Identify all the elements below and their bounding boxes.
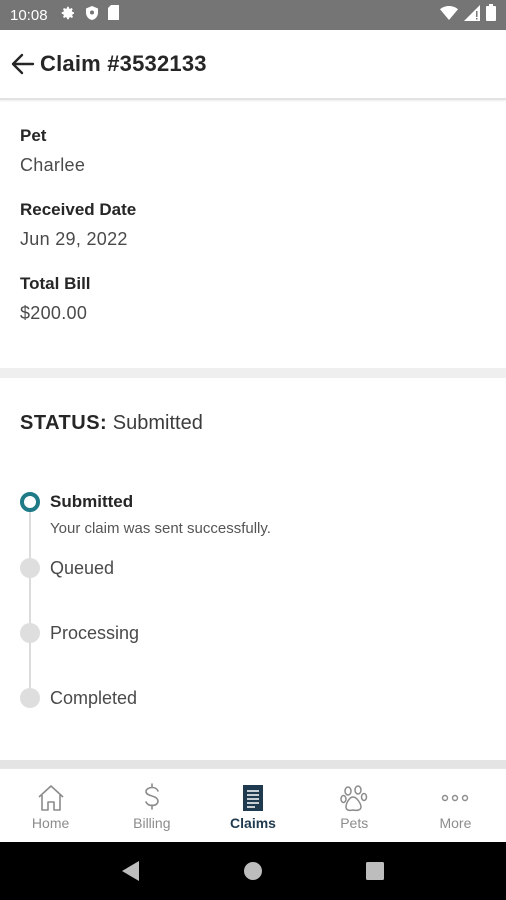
system-recents-button[interactable]: [355, 851, 395, 891]
pet-label: Pet: [20, 126, 47, 145]
circle-home-icon: [244, 862, 262, 880]
nav-divider: [0, 760, 506, 768]
nav-item-more[interactable]: More: [405, 769, 506, 842]
triangle-back-icon: [122, 861, 139, 881]
timeline-step-queued: Queued: [20, 558, 114, 578]
nav-item-billing[interactable]: Billing: [101, 769, 202, 842]
system-status-bar: 10:08: [0, 0, 506, 30]
sd-card-icon: [107, 5, 120, 25]
system-home-button[interactable]: [233, 851, 273, 891]
paw-icon: [339, 783, 369, 813]
nav-item-home[interactable]: Home: [0, 769, 101, 842]
timeline-dot: [20, 623, 40, 643]
nav-label: More: [439, 815, 472, 831]
battery-icon: [486, 4, 496, 26]
received-date-label: Received Date: [20, 200, 137, 219]
claim-details: Pet Charlee Received Date Jun 29, 2022 T…: [0, 102, 506, 368]
received-date-field: Received Date Jun 29, 2022: [20, 200, 486, 250]
nav-label: Billing: [133, 815, 171, 831]
step-title: Submitted: [50, 492, 134, 511]
step-title: Completed: [50, 688, 138, 708]
status-heading: STATUS: Submitted: [20, 412, 203, 435]
cell-signal-icon: [464, 4, 480, 26]
nav-label: Pets: [340, 815, 369, 831]
timeline-dot: [20, 688, 40, 708]
status-key: STATUS:: [20, 412, 108, 434]
status-time: 10:08: [10, 6, 48, 24]
app-header: Claim #3532133: [0, 30, 506, 100]
status-section: STATUS: Submitted Submitted Your claim w…: [0, 378, 506, 760]
total-bill-field: Total Bill $200.00: [20, 274, 486, 324]
nav-label: Home: [31, 815, 70, 831]
timeline-dot-active: [20, 492, 40, 512]
system-back-button[interactable]: [111, 851, 151, 891]
status-value: Submitted: [112, 412, 203, 434]
nav-label: Claims: [230, 815, 276, 831]
section-divider: [0, 368, 506, 378]
status-icons-right: [440, 0, 496, 30]
dollar-icon: [141, 783, 163, 813]
timeline-step-processing: Processing: [20, 623, 139, 643]
received-date-value: Jun 29, 2022: [20, 229, 128, 249]
more-dots-icon: [440, 783, 470, 813]
bottom-nav: Home Billing Claims Pets More: [0, 768, 506, 842]
pet-value: Charlee: [20, 155, 86, 175]
home-icon: [36, 783, 66, 813]
total-bill-label: Total Bill: [20, 274, 91, 293]
nav-item-pets[interactable]: Pets: [304, 769, 405, 842]
pet-field: Pet Charlee: [20, 126, 486, 176]
total-bill-value: $200.00: [20, 303, 88, 323]
wifi-icon: [440, 5, 458, 25]
square-recents-icon: [366, 862, 384, 880]
step-description: Your claim was sent successfully.: [50, 520, 271, 537]
status-icons-left: [60, 5, 120, 26]
android-nav-bar: [0, 842, 506, 900]
arrow-left-icon: [11, 53, 35, 75]
step-title: Queued: [50, 558, 115, 578]
timeline-step-completed: Completed: [20, 688, 137, 708]
document-icon: [242, 783, 264, 813]
shield-icon: [85, 5, 99, 26]
timeline-dot: [20, 558, 40, 578]
step-title: Processing: [50, 623, 140, 643]
nav-item-claims[interactable]: Claims: [202, 769, 303, 842]
page-title: Claim #3532133: [40, 51, 207, 76]
settings-gear-icon: [60, 5, 76, 26]
timeline-step-submitted: Submitted Your claim was sent successful…: [20, 492, 271, 537]
back-button[interactable]: [6, 47, 40, 81]
